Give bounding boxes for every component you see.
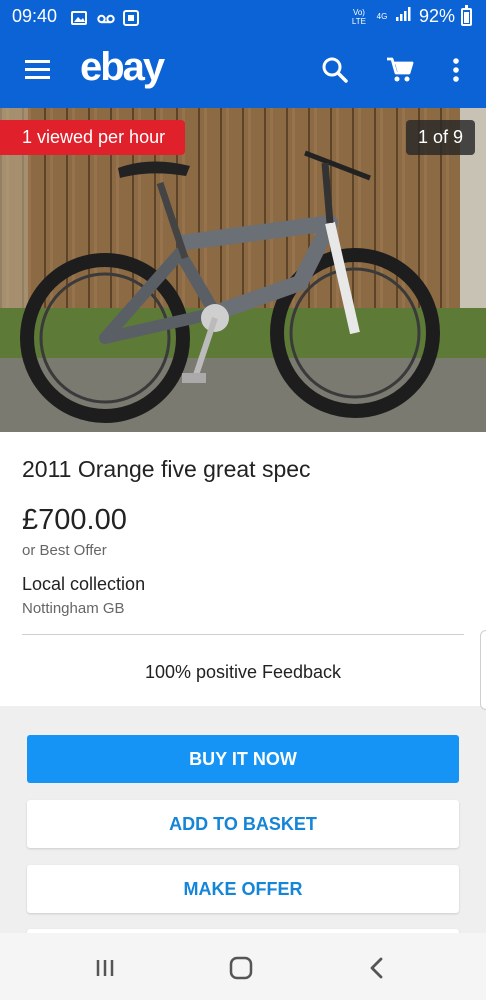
back-icon[interactable] xyxy=(362,953,392,983)
status-time: 09:40 xyxy=(12,6,58,26)
battery-percent: 92% xyxy=(418,6,455,26)
menu-icon[interactable] xyxy=(25,60,50,80)
add-to-basket-button[interactable]: ADD TO BASKET xyxy=(27,800,459,848)
home-icon[interactable] xyxy=(226,953,256,983)
voicemail-icon xyxy=(97,10,115,24)
app-bar: ebay xyxy=(0,33,486,108)
listing-price: £700.00 xyxy=(22,504,127,536)
gallery-notification-icon xyxy=(71,10,88,25)
make-offer-button[interactable]: MAKE OFFER xyxy=(27,865,459,913)
listing-info-card: 2011 Orange five great spec £700.00 or B… xyxy=(0,432,486,710)
item-location: Nottingham GB xyxy=(22,600,125,617)
buy-it-now-button[interactable]: BUY IT NOW xyxy=(27,735,459,783)
volte-indicator: Vo) LTE xyxy=(351,7,366,26)
edge-panel-handle[interactable] xyxy=(480,630,486,710)
system-navigation-bar xyxy=(0,933,486,1000)
app-notification-icon xyxy=(123,9,140,26)
network-type-indicator: 4G xyxy=(376,12,388,21)
battery-icon xyxy=(461,4,472,26)
listing-title: 2011 Orange five great spec xyxy=(22,456,311,482)
best-offer-note: or Best Offer xyxy=(22,542,107,559)
seller-feedback-link[interactable]: 100% positive Feedback xyxy=(0,662,486,683)
search-icon[interactable] xyxy=(320,55,350,85)
listing-image[interactable] xyxy=(0,108,486,432)
delivery-method: Local collection xyxy=(22,574,146,594)
viewed-per-hour-badge: 1 viewed per hour xyxy=(0,120,186,155)
cart-icon[interactable] xyxy=(385,55,415,85)
status-bar: 09:40 Vo) LTE 4G 92% xyxy=(0,0,486,33)
ebay-logo[interactable]: ebay xyxy=(80,45,165,90)
image-counter: 1 of 9 xyxy=(405,120,475,155)
recent-apps-icon[interactable] xyxy=(90,953,120,983)
divider xyxy=(22,634,464,635)
signal-icon xyxy=(395,6,413,27)
more-vert-icon[interactable] xyxy=(441,55,471,85)
